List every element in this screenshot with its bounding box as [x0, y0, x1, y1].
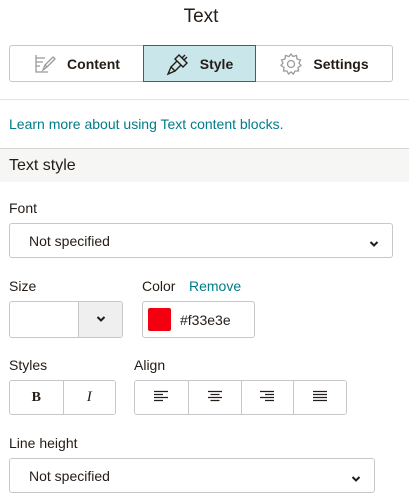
divider [0, 99, 409, 100]
section-header: Text style [0, 148, 409, 182]
color-picker[interactable]: #f33e3e [142, 301, 255, 338]
line-height-label: Line height [9, 435, 78, 451]
pencil-edit-icon [33, 53, 57, 75]
chevron-down-icon [96, 311, 106, 329]
paint-brush-icon [166, 52, 190, 76]
color-label: Color [142, 278, 176, 294]
align-center-button[interactable] [187, 381, 241, 414]
font-select-value: Not specified [29, 232, 110, 249]
align-label: Align [134, 357, 166, 373]
align-right-icon [260, 389, 275, 407]
color-hex-value: #f33e3e [180, 311, 231, 328]
size-input[interactable] [10, 302, 78, 337]
tab-content-label: Content [67, 55, 120, 72]
italic-button[interactable]: I [62, 381, 115, 414]
align-justify-icon [313, 389, 328, 407]
size-label: Size [9, 278, 37, 294]
chevron-down-icon [351, 471, 361, 487]
bold-icon: B [31, 389, 41, 405]
color-swatch [148, 308, 171, 331]
font-label: Font [9, 200, 38, 216]
align-center-icon [207, 389, 222, 407]
tab-settings[interactable]: Settings [255, 45, 393, 82]
tab-style[interactable]: Style [143, 45, 256, 82]
text-styles-group: B I [9, 380, 116, 415]
align-group [134, 380, 347, 415]
align-right-button[interactable] [240, 381, 294, 414]
align-left-button[interactable] [135, 381, 188, 414]
line-height-select[interactable]: Not specified [9, 458, 375, 493]
size-dropdown-button[interactable] [78, 302, 122, 337]
gear-icon [279, 52, 303, 76]
chevron-down-icon [369, 236, 379, 252]
tab-content[interactable]: Content [9, 45, 144, 82]
panel-title: Text [183, 6, 219, 27]
italic-icon: I [86, 389, 92, 405]
color-remove-link[interactable]: Remove [189, 278, 241, 294]
line-height-select-value: Not specified [29, 467, 110, 484]
tab-style-label: Style [199, 55, 234, 72]
size-combobox [9, 301, 123, 338]
section-title: Text style [9, 157, 76, 174]
style-tabs: Content Style Settings [9, 45, 393, 82]
align-left-icon [154, 389, 169, 407]
align-justify-button[interactable] [293, 381, 346, 414]
bold-button[interactable]: B [10, 381, 63, 414]
learn-more-link[interactable]: Learn more about using Text content bloc… [9, 116, 283, 132]
styles-label: Styles [9, 357, 48, 373]
font-select[interactable]: Not specified [9, 223, 393, 258]
tab-settings-label: Settings [313, 55, 369, 72]
